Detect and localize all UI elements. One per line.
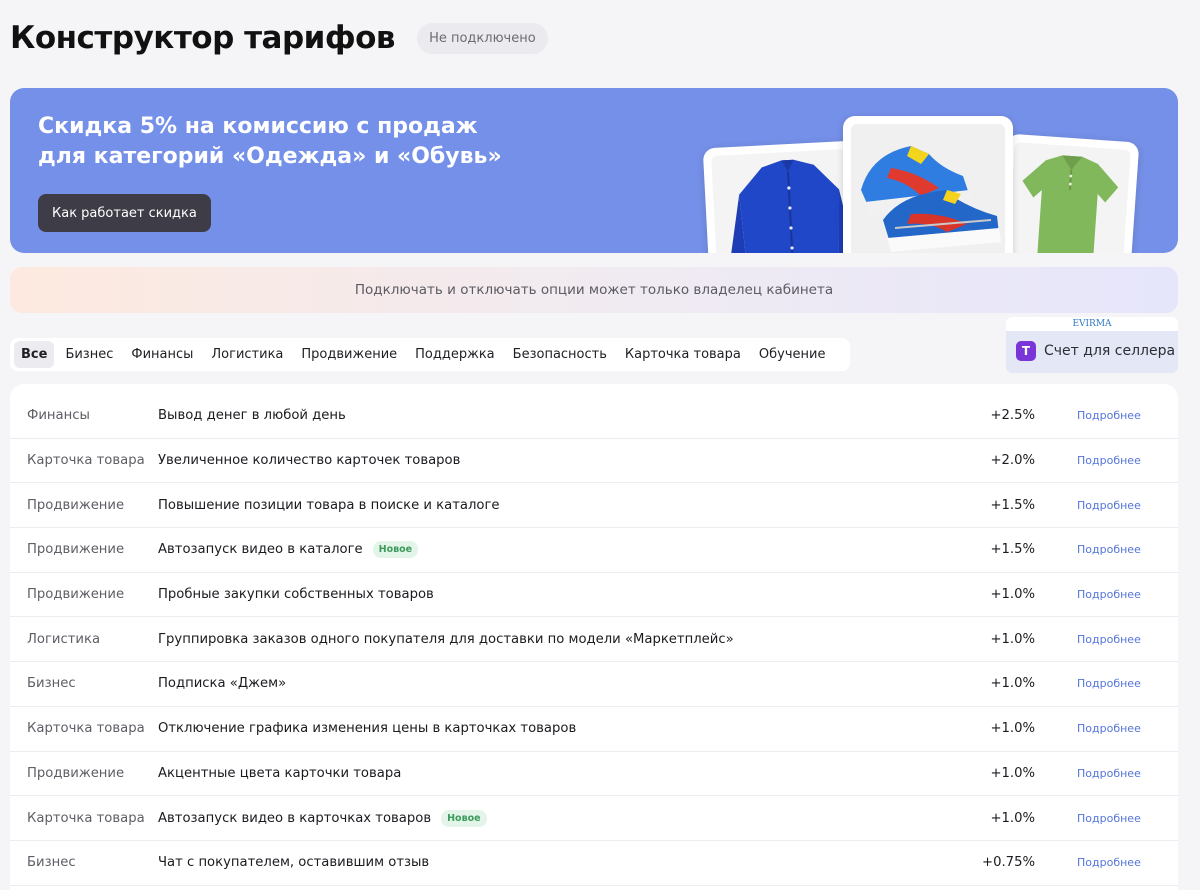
table-row: Карточка товара Увеличенное количество к… [10,439,1178,484]
evirma-logo-text: EVIRMA [1072,319,1112,329]
banner-title: Скидка 5% на комиссию с продаж для катег… [38,112,598,172]
details-link[interactable]: Подробнее [1077,588,1141,601]
table-row: Логистика Группировка заказов одного пок… [10,617,1178,663]
option-name-text: Автозапуск видео в карточках товаров [158,810,432,826]
table-row: Продвижение Автозапуск видео в каталоге Н… [10,528,1178,573]
details-link[interactable]: Подробнее [1077,767,1141,780]
page-header: Конструктор тарифов Не подключено [10,20,548,56]
tab-product-card[interactable]: Карточка товара [618,341,748,368]
option-category: Продвижение [27,765,125,781]
option-commission: +0.75% [982,855,1035,871]
how-discount-works-button[interactable]: Как работает скидка [38,194,211,232]
status-badge: Не подключено [417,22,548,54]
table-row: Бизнес Чат с покупателем, оставившим отз… [10,841,1178,886]
tab-promotion[interactable]: Продвижение [294,341,404,368]
details-link[interactable]: Подробнее [1077,409,1141,422]
option-category: Продвижение [27,542,125,558]
option-commission: +1.5% [990,542,1035,558]
option-name-text: Чат с покупателем, оставившим отзыв [158,855,430,871]
tab-support[interactable]: Поддержка [408,341,502,368]
seller-account-block: EVIRMA T Счет для селлера [1006,317,1178,373]
option-name-text: Акцентные цвета карточки товара [158,765,402,781]
option-category: Бизнес [27,676,76,692]
page-title: Конструктор тарифов [10,20,396,56]
product-image-sneakers [843,116,1013,253]
option-category: Продвижение [27,587,125,603]
category-tabs: Все Бизнес Финансы Логистика Продвижение… [10,338,850,371]
table-row: Продвижение Акцентные цвета карточки тов… [10,752,1178,797]
new-badge: Новое [441,809,487,827]
option-name: Чат с покупателем, оставившим отзыв [158,855,429,870]
option-name-text: Пробные закупки собственных товаров [158,587,434,603]
option-commission: +1.0% [990,676,1035,692]
option-name-text: Группировка заказов одного покупателя дл… [158,631,734,647]
tab-business[interactable]: Бизнес [58,341,120,368]
option-category: Бизнес [27,855,76,871]
option-name: Автозапуск видео в каталоге Новое [158,541,419,559]
table-row: Продвижение Повышение позиции товара в п… [10,483,1178,529]
details-link[interactable]: Подробнее [1077,677,1141,690]
option-category: Карточка товара [27,721,145,737]
option-name: Автозапуск видео в карточках товаров Ново… [158,809,487,827]
option-category: Продвижение [27,497,125,513]
details-link[interactable]: Подробнее [1077,454,1141,467]
seller-account-label: Счет для селлера [1044,343,1176,359]
option-name: Вывод денег в любой день [158,408,346,423]
details-link[interactable]: Подробнее [1077,543,1141,556]
option-category: Карточка товара [27,810,145,826]
option-commission: +2.0% [990,453,1035,469]
details-link[interactable]: Подробнее [1077,499,1141,512]
owner-only-notice: Подключать и отключать опции может тольк… [10,267,1178,313]
table-row: Бизнес Подписка «Джем» +1.0% Подробнее [10,662,1178,707]
tab-all[interactable]: Все [14,341,55,368]
table-row: Карточка товара Автозапуск видео в карто… [10,796,1178,841]
option-name: Группировка заказов одного покупателя дл… [158,632,734,647]
new-badge: Новое [372,541,419,559]
options-table: Финансы Вывод денег в любой день +2.5% П… [10,384,1178,890]
option-name: Подписка «Джем» [158,676,286,691]
table-row: Финансы Вывод денег в любой день +2.5% П… [10,394,1178,439]
option-name-text: Повышение позиции товара в поиске и ката… [158,497,500,513]
evirma-logo: EVIRMA [1006,317,1178,331]
option-name: Отключение графика изменения цены в карт… [158,721,576,736]
option-name: Акцентные цвета карточки товара [158,766,401,781]
banner-title-line2: для категорий «Одежда» и «Обувь» [38,144,502,169]
option-name: Повышение позиции товара в поиске и ката… [158,498,500,513]
tab-security[interactable]: Безопасность [506,341,614,368]
promo-banner: Скидка 5% на комиссию с продаж для катег… [10,88,1178,253]
tab-logistics[interactable]: Логистика [204,341,290,368]
option-category: Карточка товара [27,453,145,469]
tab-finance[interactable]: Финансы [124,341,200,368]
option-commission: +1.0% [990,587,1035,603]
option-commission: +1.5% [990,497,1035,513]
option-name: Пробные закупки собственных товаров [158,587,434,602]
option-commission: +1.0% [990,765,1035,781]
sneakers-image-icon [851,124,1005,253]
polo-image-icon [1007,142,1131,253]
option-name-text: Отключение графика изменения цены в карт… [158,721,577,737]
option-name-text: Увеличенное количество карточек товаров [158,453,461,469]
product-image-polo [998,133,1140,253]
details-link[interactable]: Подробнее [1077,856,1141,869]
details-link[interactable]: Подробнее [1077,722,1141,735]
table-row: Карточка товара Отключение графика измен… [10,707,1178,752]
option-name-text: Вывод денег в любой день [158,408,346,424]
table-row: Продвижение Пробные закупки собственных … [10,573,1178,618]
details-link[interactable]: Подробнее [1077,633,1141,646]
tab-education[interactable]: Обучение [752,341,833,368]
details-link[interactable]: Подробнее [1077,812,1141,825]
option-name: Увеличенное количество карточек товаров [158,453,460,468]
option-commission: +1.0% [990,631,1035,647]
seller-account-button[interactable]: T Счет для селлера [1016,341,1175,361]
bank-t-icon: T [1016,341,1036,361]
option-name-text: Автозапуск видео в каталоге [158,542,363,558]
option-category: Финансы [27,408,90,424]
option-commission: +1.0% [990,721,1035,737]
option-category: Логистика [27,631,101,647]
option-commission: +1.0% [990,810,1035,826]
option-commission: +2.5% [990,408,1035,424]
option-name-text: Подписка «Джем» [158,676,287,692]
banner-title-line1: Скидка 5% на комиссию с продаж [38,114,478,139]
